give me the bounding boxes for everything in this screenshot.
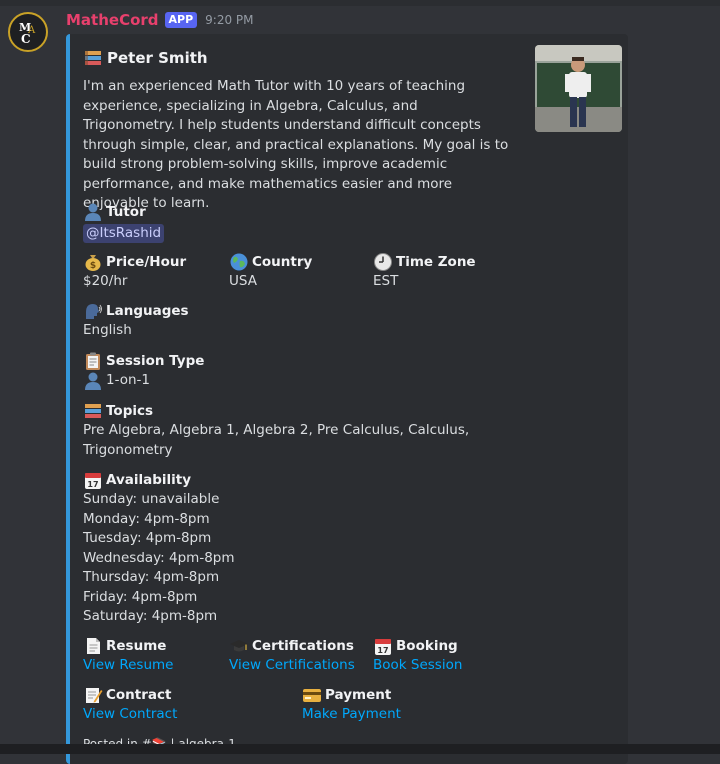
topics-value: Pre Algebra, Algebra 1, Algebra 2, Pre C… [83, 422, 470, 458]
languages-value: English [83, 322, 132, 338]
svg-text:$: $ [90, 261, 96, 271]
availability-day: Tuesday: 4pm-8pm [83, 530, 212, 546]
calendar-icon: 17 [375, 639, 391, 655]
field-languages: Languages English [83, 301, 189, 341]
clipboard-icon [86, 352, 100, 370]
tutor-mention[interactable]: @ItsRashid [83, 224, 165, 243]
field-resume: Resume View Resume [83, 636, 173, 676]
embed-title: Peter Smith [83, 48, 208, 68]
books-icon [85, 404, 101, 418]
username[interactable]: MatheCord [66, 11, 159, 29]
credit-card-icon [303, 689, 321, 702]
availability-day: Sunday: unavailable [83, 491, 220, 507]
availability-day: Wednesday: 4pm-8pm [83, 549, 235, 566]
timezone-value: EST [373, 273, 399, 289]
graduation-cap-icon [230, 640, 248, 652]
field-booking: 17 Booking Book Session [373, 636, 462, 676]
person-icon [85, 203, 101, 221]
availability-list: Sunday: unavailable Monday: 4pm-8pm Tues… [83, 490, 235, 627]
clock-icon [374, 253, 392, 271]
tutor-name: Peter Smith [107, 49, 208, 67]
field-timezone: Time Zone EST [373, 252, 476, 292]
availability-day: Monday: 4pm-8pm [83, 510, 210, 527]
field-availability: 17 Availability Sunday: unavailable Mond… [83, 470, 235, 627]
bottom-divider [0, 744, 720, 754]
book-session-link[interactable]: Book Session [373, 656, 462, 676]
view-certifications-link[interactable]: View Certifications [229, 656, 355, 676]
books-icon [85, 51, 101, 65]
app-badge: APP [164, 12, 198, 28]
speaking-head-icon [86, 304, 102, 319]
memo-icon [86, 688, 103, 703]
tutor-embed: Peter Smith I'm an experienced Math Tuto… [66, 34, 628, 764]
field-contract: Contract View Contract [83, 685, 177, 725]
bot-avatar[interactable]: M A C [8, 12, 48, 52]
tutor-photo-image [535, 45, 622, 132]
field-country: Country USA [229, 252, 312, 292]
tutor-photo[interactable] [535, 45, 622, 132]
field-topics: Topics Pre Algebra, Algebra 1, Algebra 2… [83, 401, 503, 460]
make-payment-link[interactable]: Make Payment [302, 705, 401, 725]
money-bag-icon: $ [85, 255, 101, 271]
globe-icon [230, 253, 248, 271]
message-header: MatheCord APP 9:20 PM [66, 10, 254, 30]
field-tutor-name: Tutor [83, 202, 164, 222]
availability-day: Saturday: 4pm-8pm [83, 608, 218, 624]
field-price: $ Price/Hour $20/hr [83, 252, 186, 292]
tutor-description: I'm an experienced Math Tutor with 10 ye… [83, 78, 509, 211]
view-resume-link[interactable]: View Resume [83, 656, 173, 676]
session-type-value: 1-on-1 [106, 372, 150, 389]
calendar-icon: 17 [85, 473, 101, 489]
top-divider [0, 0, 720, 6]
svg-text:17: 17 [377, 646, 388, 655]
field-certifications: Certifications View Certifications [229, 636, 355, 676]
field-tutor: Tutor @ItsRashid [83, 202, 165, 244]
field-payment: Payment Make Payment [302, 685, 401, 725]
availability-day: Thursday: 4pm-8pm [83, 569, 220, 585]
availability-day: Friday: 4pm-8pm [83, 588, 198, 605]
country-value: USA [229, 273, 257, 289]
timestamp[interactable]: 9:20 PM [205, 13, 253, 27]
mathecord-logo-icon: M A C [19, 21, 36, 46]
svg-text:C: C [21, 32, 31, 46]
svg-text:17: 17 [87, 480, 98, 489]
price-value: $20/hr [83, 273, 128, 289]
person-icon [85, 372, 101, 390]
page-icon [87, 638, 100, 654]
view-contract-link[interactable]: View Contract [83, 705, 177, 725]
field-session-type: Session Type 1-on-1 [83, 351, 204, 391]
